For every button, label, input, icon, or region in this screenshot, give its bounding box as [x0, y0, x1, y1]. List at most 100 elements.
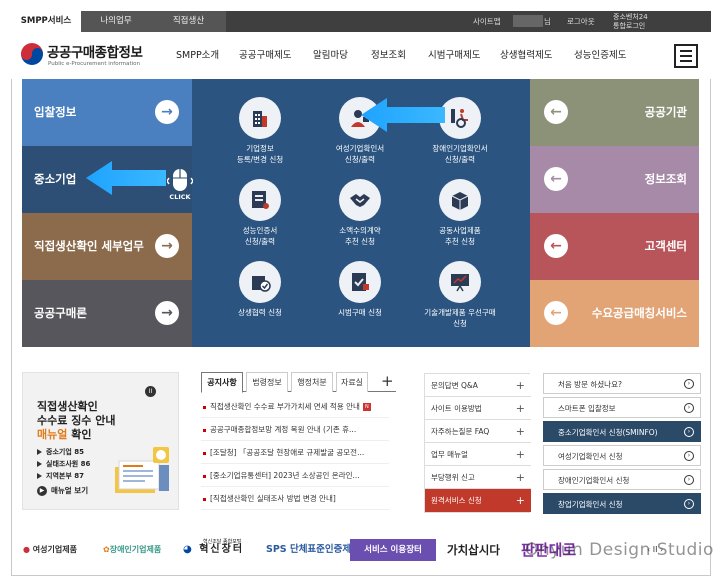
box-info-lookup-label: 정보조회 — [644, 172, 687, 186]
svc-tech-priority-line1: 기술개발제품 우선구매 — [424, 308, 496, 317]
box-icon — [439, 179, 481, 221]
new-badge: N — [362, 403, 371, 411]
box-info-lookup[interactable]: ← 정보조회 — [530, 146, 699, 213]
logo-name: 공공구매종합정보 — [47, 45, 143, 61]
innovation-logo-icon: ◕ — [183, 544, 194, 555]
nav-performance-cert[interactable]: 성능인증제도 — [574, 32, 626, 79]
help-remote-service[interactable]: 원격서비스 신청 + — [425, 489, 531, 512]
go-icon: › — [684, 427, 694, 437]
disabled-logo-icon: ✿ — [103, 545, 110, 554]
notice-item[interactable]: [중소기업유통센터] 2023년 소상공인 온라인... — [201, 465, 389, 487]
watermark: Onyun Design Studio — [525, 540, 714, 560]
play-icon: ▶ — [37, 486, 47, 496]
help-report[interactable]: 부당행위 신고 + — [425, 466, 531, 489]
top-utility-bar: SMPP서비스 나의업무 직접생산 사이트맵 님 로그아웃 중소벤처24 통합로… — [11, 11, 711, 32]
logo-innovation-market[interactable]: ◕ 혁신장터 혁신조달 종합포털 — [183, 537, 244, 563]
banner-title3-rest: 확인 — [67, 428, 92, 441]
tab-archive[interactable]: 자료실 — [336, 372, 368, 392]
logo-women-product[interactable]: ● 여성기업제품 — [23, 537, 77, 563]
svc-company-info-line1: 기업정보 — [246, 144, 274, 153]
arrow-right-icon: → — [155, 301, 179, 325]
help-site-guide[interactable]: 사이트 이용방법 + — [425, 397, 531, 420]
nav-smpp-intro[interactable]: SMPP소개 — [176, 32, 219, 79]
tab-notice[interactable]: 공지사항 — [201, 372, 243, 393]
site-logo[interactable]: 공공구매종합정보 Public e-Procurement informatio… — [21, 40, 143, 72]
notice-more-button[interactable]: + — [381, 373, 394, 389]
logo-subtitle: Public e-Procurement information — [48, 61, 141, 67]
nav-notice[interactable]: 알림마당 — [313, 32, 348, 79]
nav-public-procurement[interactable]: 공공구매제도 — [239, 32, 291, 79]
box-demand-matching-label: 수요공급매칭서비스 — [591, 306, 687, 320]
notice-item[interactable]: [조달청] 「공공조달 현장애로 규제발굴 공모전... — [201, 442, 389, 464]
handshake-icon — [339, 179, 381, 221]
direct-production-banner[interactable]: II 직접생산확인 수수료 징수 안내 매뉴얼 확인 중소기업 85 실태조사원… — [22, 372, 179, 510]
manual-view-link[interactable]: ▶ 매뉴얼 보기 — [37, 485, 88, 496]
box-sme-label: 중소기업 — [34, 172, 77, 186]
box-bid-info-label: 입찰정보 — [34, 105, 77, 119]
svc-joint-product-line1: 공동사업제품 — [439, 226, 481, 235]
help-qna[interactable]: 문의답변 Q&A + — [425, 374, 531, 397]
box-procurement-loan[interactable]: 공공구매론 → — [22, 280, 192, 347]
wheelchair-icon — [439, 97, 481, 139]
box-public-institution[interactable]: ← 공공기관 — [530, 79, 699, 146]
book-illustration-icon — [115, 447, 169, 493]
arrow-left-icon: ← — [544, 100, 568, 124]
presentation-icon — [439, 261, 481, 303]
tab-direct-production[interactable]: 직접생산 — [151, 11, 226, 32]
site-header: 공공구매종합정보 Public e-Procurement informatio… — [11, 32, 711, 79]
nav-win-win[interactable]: 상생협력제도 — [500, 32, 552, 79]
nav-pilot-purchase[interactable]: 시범구매제도 — [428, 32, 480, 79]
logo-service-market[interactable]: 서비스 이용장터 — [350, 539, 436, 561]
click-label: CLICK — [169, 193, 191, 201]
highlight-arrow-icon — [361, 98, 445, 132]
banner-title1: 직접생산확인 — [37, 400, 98, 413]
help-faq[interactable]: 자주하는질문 FAQ + — [425, 420, 531, 443]
quick-first-visit[interactable]: 처음 방문 하셨나요? › — [543, 373, 701, 394]
quick-links: 처음 방문 하셨나요? › 스마트폰 입찰정보 › 중소기업확인서 신청(SMINF… — [543, 373, 701, 523]
svc-small-contract-line2: 추천 신청 — [345, 237, 375, 246]
building-icon — [239, 97, 281, 139]
venture24-login-link[interactable]: 중소벤처24 통합로그인 — [613, 13, 648, 30]
quick-women-cert[interactable]: 여성기업확인서 신청 › — [543, 445, 701, 466]
svc-women-cert-line1: 여성기업확인서 — [335, 144, 385, 153]
box-demand-matching[interactable]: ← 수요공급매칭서비스 — [530, 280, 699, 347]
box-customer-center[interactable]: ← 고객센터 — [530, 213, 699, 280]
svc-disabled-cert-line2: 신청/출력 — [444, 155, 476, 164]
banner-title3-highlight: 매뉴얼 — [37, 428, 68, 441]
tab-laws[interactable]: 법령정보 — [246, 372, 288, 392]
logo-sps[interactable]: SPS 단체표준인증제품 — [266, 537, 360, 563]
tab-smpp-service[interactable]: SMPP서비스 — [11, 11, 81, 32]
quick-sme-cert[interactable]: 중소기업확인서 신청(SMINFO) › — [543, 421, 701, 442]
banner-bullet: 실태조사원 86 — [37, 459, 90, 469]
nav-info-lookup[interactable]: 정보조회 — [371, 32, 406, 79]
box-bid-info[interactable]: 입찰정보 → — [22, 79, 192, 146]
svc-women-cert-line2: 신청/출력 — [344, 155, 376, 164]
notice-board: 공지사항 법령정보 행정처분 자료실 + 직접생산확인 수수료 부가가치세 면세… — [201, 372, 396, 522]
svc-small-contract-line1: 소액수의계약 — [339, 226, 381, 235]
box-direct-production[interactable]: 직접생산확인 세부업무 → — [22, 213, 192, 280]
menu-toggle-button[interactable] — [674, 44, 698, 68]
notice-item[interactable]: 공공구매종합정보망 계정 복원 안내 (기존 휴... — [201, 419, 389, 441]
sitemap-link[interactable]: 사이트맵 — [473, 11, 501, 32]
notice-item[interactable]: [직접생산확인 실태조사 방법 변경 안내] — [201, 488, 389, 510]
logo-disabled-product[interactable]: ✿장애인기업제품 — [103, 537, 161, 563]
banner-title2: 수수료 징수 안내 — [37, 414, 116, 427]
notice-item[interactable]: 직접생산확인 수수료 부가가치세 면세 적용 안내 N — [201, 396, 389, 418]
tab-admin-action[interactable]: 행정처분 — [291, 372, 333, 392]
go-icon: › — [684, 499, 694, 509]
logo-value-buy[interactable]: 가치삽시다 — [447, 537, 500, 563]
arrow-left-icon: ← — [544, 167, 568, 191]
quick-startup-cert[interactable]: 창업기업확인서 신청 › — [543, 493, 701, 514]
checked-box-icon — [239, 261, 281, 303]
help-manual[interactable]: 업무 매뉴얼 + — [425, 443, 531, 466]
pause-icon[interactable]: II — [145, 386, 156, 397]
quick-mobile-bid[interactable]: 스마트폰 입찰정보 › — [543, 397, 701, 418]
box-customer-center-label: 고객센터 — [644, 239, 687, 253]
banner-bullet: 중소기업 85 — [37, 447, 84, 457]
banner-title3: 매뉴얼 확인 — [37, 428, 91, 442]
main-menu-grid: 입찰정보 → 중소기업 직접생산확인 세부업무 → 공공구매론 → 기업정보 등록… — [22, 79, 699, 347]
quick-disabled-cert[interactable]: 장애인기업확인서 신청 › — [543, 469, 701, 490]
logout-link[interactable]: 로그아웃 — [567, 11, 595, 32]
box-direct-production-label: 직접생산확인 세부업무 — [34, 239, 144, 253]
tab-my-work[interactable]: 나의업무 — [81, 11, 151, 32]
